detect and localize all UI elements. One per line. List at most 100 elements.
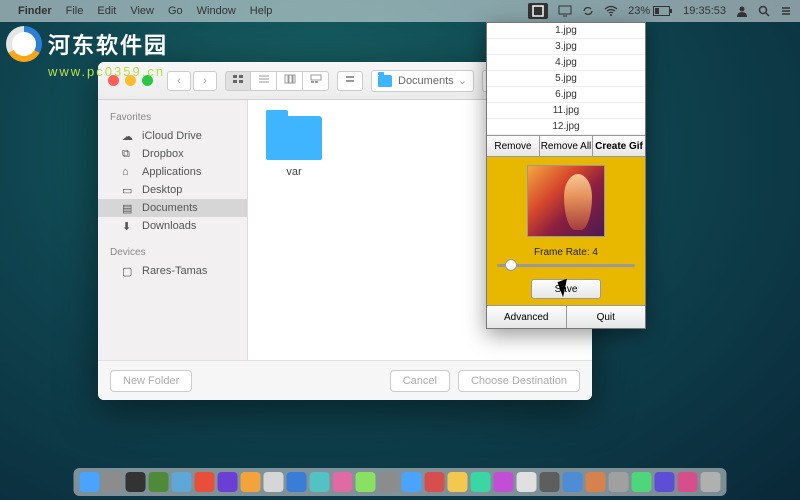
menu-go[interactable]: Go <box>168 5 183 17</box>
downloads-icon: ⬇ <box>122 220 136 232</box>
preview-image <box>527 165 605 237</box>
path-bar[interactable]: Documents ⌄ <box>371 70 474 92</box>
dock-app-23[interactable] <box>609 472 629 492</box>
remove-all-button[interactable]: Remove All <box>540 136 593 156</box>
cancel-button[interactable]: Cancel <box>390 370 450 392</box>
dock-app-0[interactable] <box>80 472 100 492</box>
dock-app-6[interactable] <box>218 472 238 492</box>
dropbox-icon: ⧉ <box>122 148 136 160</box>
display-icon[interactable] <box>558 5 572 17</box>
path-label: Documents <box>398 75 454 87</box>
file-list[interactable]: 1.jpg 3.jpg 4.jpg 5.jpg 6.jpg 11.jpg 12.… <box>487 23 645 135</box>
folder-name: var <box>264 166 324 178</box>
dock-app-24[interactable] <box>632 472 652 492</box>
apps-icon: ⌂ <box>122 166 136 178</box>
preview-area <box>487 157 645 245</box>
sidebar-item-dropbox[interactable]: ⧉Dropbox <box>98 145 247 163</box>
desktop-icon: ▭ <box>122 184 136 196</box>
dock-app-15[interactable] <box>425 472 445 492</box>
dock-app-8[interactable] <box>264 472 284 492</box>
favorites-header: Favorites <box>98 108 247 127</box>
list-item[interactable]: 12.jpg <box>487 119 645 135</box>
watermark-url: www.pc0359.cn <box>48 64 168 79</box>
sync-icon[interactable] <box>582 5 594 17</box>
dock-app-18[interactable] <box>494 472 514 492</box>
battery-status[interactable]: 23% <box>628 5 673 17</box>
nav-buttons: ‹ › <box>167 71 217 91</box>
battery-percent: 23% <box>628 5 650 17</box>
sidebar-item-documents[interactable]: ▤Documents <box>98 199 247 217</box>
sidebar-item-icloud[interactable]: ☁iCloud Drive <box>98 127 247 145</box>
folder-icon <box>378 75 392 87</box>
new-folder-button[interactable]: New Folder <box>110 370 192 392</box>
finder-bottom-bar: New Folder Cancel Choose Destination <box>98 360 592 400</box>
sidebar-item-downloads[interactable]: ⬇Downloads <box>98 217 247 235</box>
dock-app-25[interactable] <box>655 472 675 492</box>
remove-button[interactable]: Remove <box>487 136 540 156</box>
slider-thumb[interactable] <box>505 259 517 271</box>
dock-app-2[interactable] <box>126 472 146 492</box>
sidebar: Favorites ☁iCloud Drive ⧉Dropbox ⌂Applic… <box>98 100 248 360</box>
menubar: Finder File Edit View Go Window Help 23%… <box>0 0 800 22</box>
dock-app-7[interactable] <box>241 472 261 492</box>
menu-help[interactable]: Help <box>250 5 273 17</box>
devices-header: Devices <box>98 243 247 262</box>
dock-app-27[interactable] <box>701 472 721 492</box>
sidebar-item-desktop[interactable]: ▭Desktop <box>98 181 247 199</box>
watermark-title: 河东软件园 <box>48 33 168 58</box>
list-item[interactable]: 1.jpg <box>487 23 645 39</box>
wifi-icon[interactable] <box>604 5 618 17</box>
watermark: 河东软件园 www.pc0359.cn <box>6 26 168 79</box>
view-list[interactable] <box>251 71 277 91</box>
dock-app-5[interactable] <box>195 472 215 492</box>
dock-app-9[interactable] <box>287 472 307 492</box>
watermark-logo <box>6 26 42 62</box>
advanced-button[interactable]: Advanced <box>487 306 567 328</box>
menubar-extra-icon[interactable] <box>528 3 548 19</box>
clock[interactable]: 19:35:53 <box>683 5 726 17</box>
view-gallery[interactable] <box>303 71 329 91</box>
choose-destination-button[interactable]: Choose Destination <box>458 370 580 392</box>
group-button[interactable] <box>337 71 363 91</box>
dock-app-20[interactable] <box>540 472 560 492</box>
list-item[interactable]: 3.jpg <box>487 39 645 55</box>
list-item[interactable]: 5.jpg <box>487 71 645 87</box>
dock-app-16[interactable] <box>448 472 468 492</box>
cloud-icon: ☁ <box>122 130 136 142</box>
list-item[interactable]: 11.jpg <box>487 103 645 119</box>
spotlight-icon[interactable] <box>758 5 770 17</box>
dock-app-10[interactable] <box>310 472 330 492</box>
list-item[interactable]: 4.jpg <box>487 55 645 71</box>
frame-rate-slider[interactable] <box>487 264 645 273</box>
notification-icon[interactable] <box>780 5 792 17</box>
app-name[interactable]: Finder <box>18 5 52 17</box>
user-icon[interactable] <box>736 5 748 17</box>
dock-app-17[interactable] <box>471 472 491 492</box>
dock-app-19[interactable] <box>517 472 537 492</box>
create-gif-button[interactable]: Create Gif <box>593 136 645 156</box>
menu-view[interactable]: View <box>130 5 154 17</box>
list-item[interactable]: 6.jpg <box>487 87 645 103</box>
sidebar-item-applications[interactable]: ⌂Applications <box>98 163 247 181</box>
dock-app-22[interactable] <box>586 472 606 492</box>
dock-app-12[interactable] <box>356 472 376 492</box>
quit-button[interactable]: Quit <box>567 306 646 328</box>
dock-app-13[interactable] <box>379 472 399 492</box>
forward-button[interactable]: › <box>193 71 217 91</box>
view-icons[interactable] <box>225 71 251 91</box>
dock-app-4[interactable] <box>172 472 192 492</box>
dock-app-21[interactable] <box>563 472 583 492</box>
dock-app-26[interactable] <box>678 472 698 492</box>
menu-edit[interactable]: Edit <box>97 5 116 17</box>
menu-window[interactable]: Window <box>197 5 236 17</box>
dock-app-3[interactable] <box>149 472 169 492</box>
back-button[interactable]: ‹ <box>167 71 191 91</box>
menu-file[interactable]: File <box>66 5 84 17</box>
view-columns[interactable] <box>277 71 303 91</box>
dock-app-14[interactable] <box>402 472 422 492</box>
view-segmented <box>225 71 329 91</box>
dock-app-1[interactable] <box>103 472 123 492</box>
dock-app-11[interactable] <box>333 472 353 492</box>
folder-item[interactable]: var <box>264 116 324 178</box>
sidebar-item-device[interactable]: ▢Rares-Tamas <box>98 262 247 280</box>
